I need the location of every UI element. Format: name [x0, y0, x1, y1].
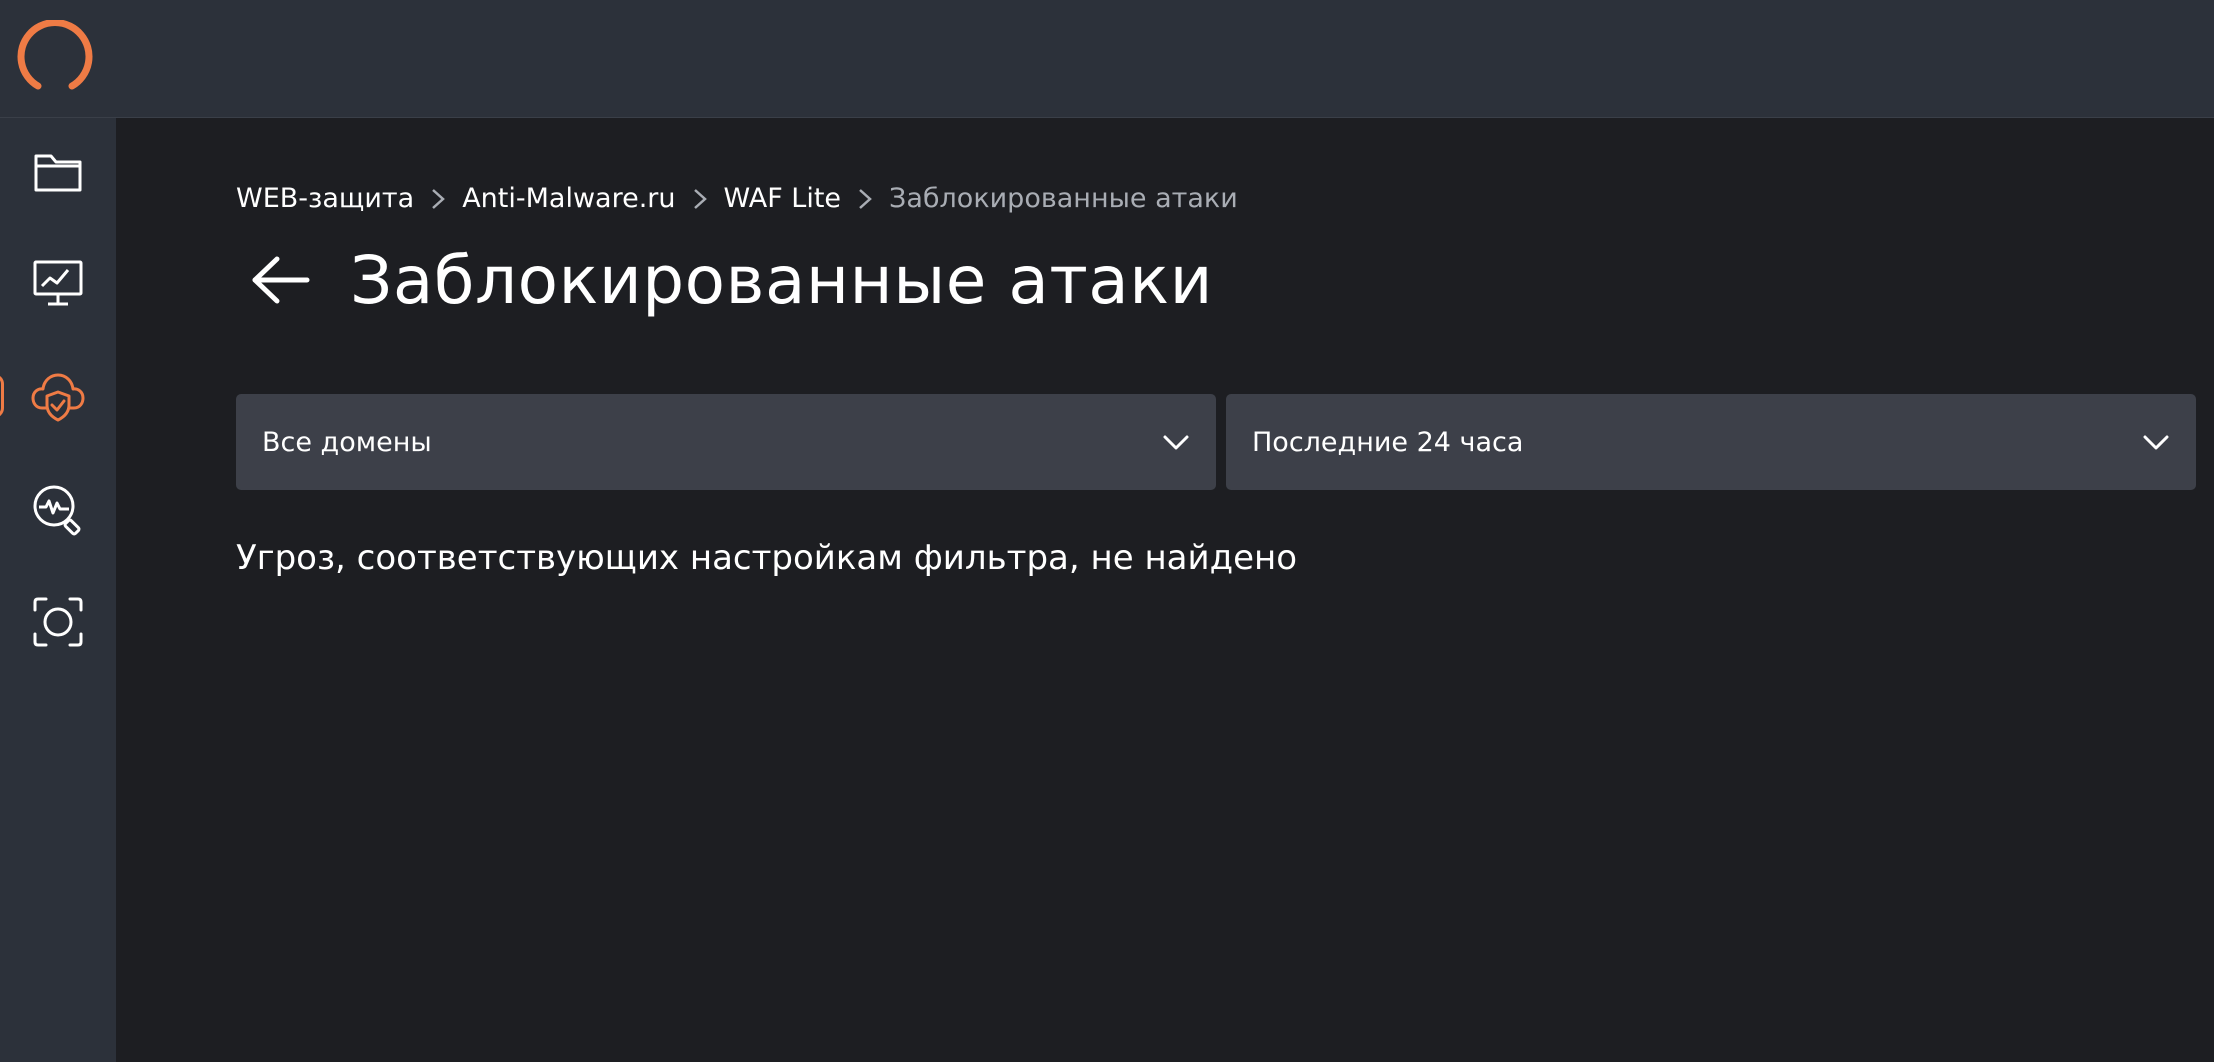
chevron-down-icon	[1163, 435, 1189, 450]
folder-icon	[34, 154, 82, 192]
title-row: Заблокированные атаки	[236, 230, 1213, 330]
sidebar	[0, 118, 116, 1062]
cloud-shield-icon	[31, 373, 85, 422]
monitor-chart-icon	[33, 260, 83, 306]
back-button[interactable]	[240, 240, 320, 320]
top-bar	[0, 0, 2214, 118]
scan-circle-icon	[33, 597, 83, 647]
chevron-down-icon	[2143, 435, 2169, 450]
sidebar-item-monitoring[interactable]	[0, 232, 116, 332]
chevron-right-icon	[414, 183, 462, 214]
search-pulse-icon	[33, 485, 81, 536]
sidebar-item-files[interactable]	[0, 122, 116, 222]
chevron-right-icon	[676, 183, 724, 214]
period-select[interactable]: Последние 24 часа	[1226, 394, 2196, 490]
sidebar-item-analysis[interactable]	[0, 460, 116, 560]
chevron-right-icon	[841, 183, 889, 214]
breadcrumb-item-site[interactable]: Anti-Malware.ru	[462, 183, 675, 214]
breadcrumb-item-current: Заблокированные атаки	[889, 182, 1238, 214]
breadcrumb: WEB-защита Anti-Malware.ru WAF Lite Забл…	[236, 180, 1238, 216]
sidebar-item-web-protection[interactable]	[0, 346, 116, 446]
empty-state-message: Угроз, соответствующих настройкам фильтр…	[236, 538, 1298, 578]
period-select-value: Последние 24 часа	[1252, 426, 1524, 458]
page-title: Заблокированные атаки	[350, 241, 1213, 319]
sidebar-item-scan[interactable]	[0, 572, 116, 672]
main-content: WEB-защита Anti-Malware.ru WAF Lite Забл…	[116, 118, 2214, 1062]
ring-logo-icon[interactable]	[16, 19, 96, 94]
arrow-left-icon	[252, 256, 310, 304]
domain-select[interactable]: Все домены	[236, 394, 1216, 490]
active-indicator	[0, 374, 4, 418]
breadcrumb-item-web-protection[interactable]: WEB-защита	[236, 183, 414, 214]
breadcrumb-item-waf[interactable]: WAF Lite	[724, 183, 842, 214]
domain-select-value: Все домены	[262, 426, 432, 458]
